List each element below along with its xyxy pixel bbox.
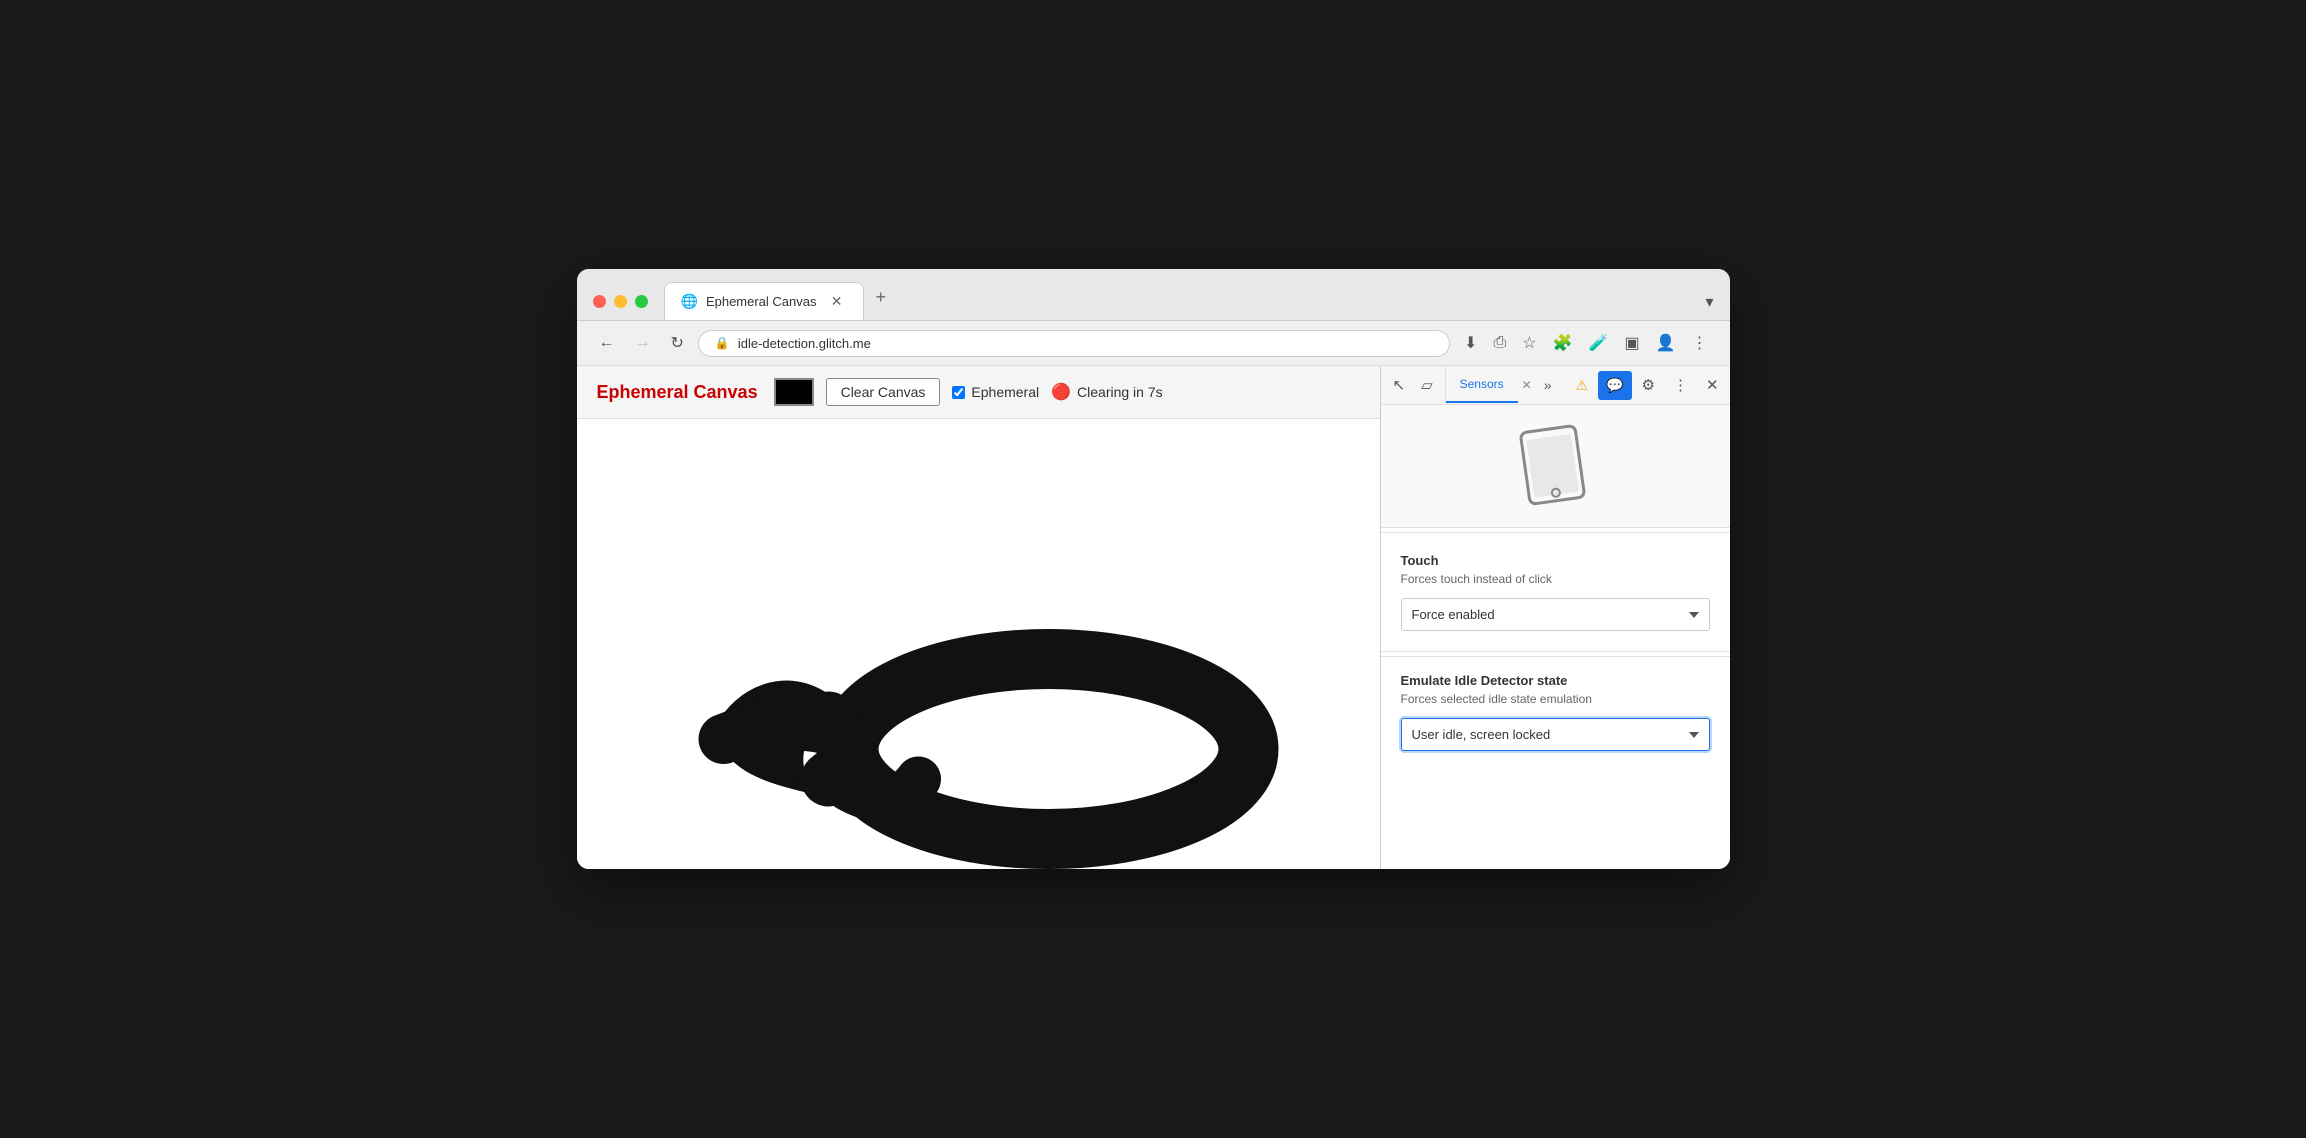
devtools-tabs: Sensors ✕ » xyxy=(1446,367,1560,403)
bookmark-icon-button[interactable]: ☆ xyxy=(1516,329,1542,357)
idle-title: Emulate Idle Detector state xyxy=(1401,673,1710,688)
sensors-tab[interactable]: Sensors xyxy=(1446,367,1518,403)
address-bar: ← → ↻ 🔒 idle-detection.glitch.me ⬇ ⎙ ☆ 🧩… xyxy=(577,321,1730,366)
idle-section: Emulate Idle Detector state Forces selec… xyxy=(1381,656,1730,767)
minimize-button[interactable] xyxy=(614,295,627,308)
warning-button[interactable]: ⚠ xyxy=(1568,371,1597,400)
address-text: idle-detection.glitch.me xyxy=(738,336,871,351)
devtools-panel: ↖ ▱ Sensors ✕ » ⚠ 💬 ⚙ xyxy=(1380,366,1730,869)
flask-icon-button[interactable]: 🧪 xyxy=(1583,329,1615,357)
touch-title: Touch xyxy=(1401,553,1710,568)
chat-button[interactable]: 💬 xyxy=(1598,371,1631,400)
clear-canvas-button[interactable]: Clear Canvas xyxy=(826,378,941,406)
clearing-text: Clearing in 7s xyxy=(1077,384,1163,400)
extensions-icon-button[interactable]: 🧩 xyxy=(1547,329,1579,357)
tab-right-controls: ▾ xyxy=(1705,292,1713,320)
element-picker-button[interactable]: ↖ xyxy=(1385,366,1414,404)
forward-button[interactable]: → xyxy=(629,330,657,356)
new-tab-button[interactable]: + xyxy=(864,279,899,316)
more-panels-button[interactable]: » xyxy=(1536,367,1560,403)
ephemeral-checkbox-container: Ephemeral xyxy=(952,384,1039,400)
title-bar: 🌐 Ephemeral Canvas ✕ + ▾ xyxy=(577,269,1730,321)
idle-select[interactable]: No idle emulation User active, screen un… xyxy=(1401,718,1710,751)
maximize-button[interactable] xyxy=(635,295,648,308)
devtools-left-icons: ↖ ▱ xyxy=(1381,366,1446,404)
touch-section: Touch Forces touch instead of click No o… xyxy=(1381,537,1730,647)
download-icon-button[interactable]: ⬇ xyxy=(1458,329,1483,357)
devtools-close-button[interactable]: ✕ xyxy=(1698,366,1727,404)
touch-select[interactable]: No override Force enabled Force disabled xyxy=(1401,598,1710,631)
ephemeral-label: Ephemeral xyxy=(971,384,1039,400)
sensors-tab-close[interactable]: ✕ xyxy=(1518,376,1536,394)
page-toolbar: Ephemeral Canvas Clear Canvas Ephemeral … xyxy=(577,366,1380,419)
page-area: Ephemeral Canvas Clear Canvas Ephemeral … xyxy=(577,366,1380,869)
close-button[interactable] xyxy=(593,295,606,308)
share-icon-button[interactable]: ⎙ xyxy=(1487,330,1512,356)
fire-icon: 🔴 xyxy=(1051,382,1071,402)
lock-icon: 🔒 xyxy=(715,336,730,350)
devtools-right-icons: ⚠ 💬 ⚙ ⋮ ✕ xyxy=(1560,366,1730,404)
phone-svg xyxy=(1495,421,1615,511)
color-swatch[interactable] xyxy=(774,378,814,406)
warning-icon: ⚠ xyxy=(1576,377,1589,393)
canvas-svg xyxy=(577,419,1380,869)
canvas-area[interactable] xyxy=(577,419,1380,869)
idle-description: Forces selected idle state emulation xyxy=(1401,692,1710,706)
back-button[interactable]: ← xyxy=(593,330,621,356)
reload-button[interactable]: ↻ xyxy=(665,329,690,357)
tabs-menu-button[interactable]: ▾ xyxy=(1705,292,1713,312)
window-controls xyxy=(593,295,648,320)
devtools-body: Touch Forces touch instead of click No o… xyxy=(1381,405,1730,869)
more-menu-button[interactable]: ⋮ xyxy=(1686,329,1714,357)
tab-favicon-icon: 🌐 xyxy=(681,293,698,310)
settings-button[interactable]: ⚙ xyxy=(1634,366,1663,404)
section-divider-2 xyxy=(1381,651,1730,652)
tab-title: Ephemeral Canvas xyxy=(706,294,817,309)
section-divider-1 xyxy=(1381,532,1730,533)
tab-close-button[interactable]: ✕ xyxy=(827,291,847,312)
main-content: Ephemeral Canvas Clear Canvas Ephemeral … xyxy=(577,366,1730,869)
devtools-header: ↖ ▱ Sensors ✕ » ⚠ 💬 ⚙ xyxy=(1381,366,1730,405)
browser-window: 🌐 Ephemeral Canvas ✕ + ▾ ← → ↻ 🔒 idle-de… xyxy=(577,269,1730,869)
phone-illustration xyxy=(1381,405,1730,528)
active-tab[interactable]: 🌐 Ephemeral Canvas ✕ xyxy=(664,282,864,320)
layout-icon-button[interactable]: ▣ xyxy=(1618,329,1645,357)
address-input[interactable]: 🔒 idle-detection.glitch.me xyxy=(698,330,1450,357)
responsive-button[interactable]: ▱ xyxy=(1413,366,1441,404)
ephemeral-checkbox[interactable] xyxy=(952,386,965,399)
clearing-badge: 🔴 Clearing in 7s xyxy=(1051,382,1163,402)
devtools-more-button[interactable]: ⋮ xyxy=(1665,366,1696,404)
toolbar-icons: ⬇ ⎙ ☆ 🧩 🧪 ▣ 👤 ⋮ xyxy=(1458,329,1713,357)
chat-icon: 💬 xyxy=(1606,377,1623,393)
tab-bar: 🌐 Ephemeral Canvas ✕ + xyxy=(664,279,1706,320)
account-icon-button[interactable]: 👤 xyxy=(1650,329,1682,357)
touch-description: Forces touch instead of click xyxy=(1401,572,1710,586)
app-title: Ephemeral Canvas xyxy=(597,382,758,403)
